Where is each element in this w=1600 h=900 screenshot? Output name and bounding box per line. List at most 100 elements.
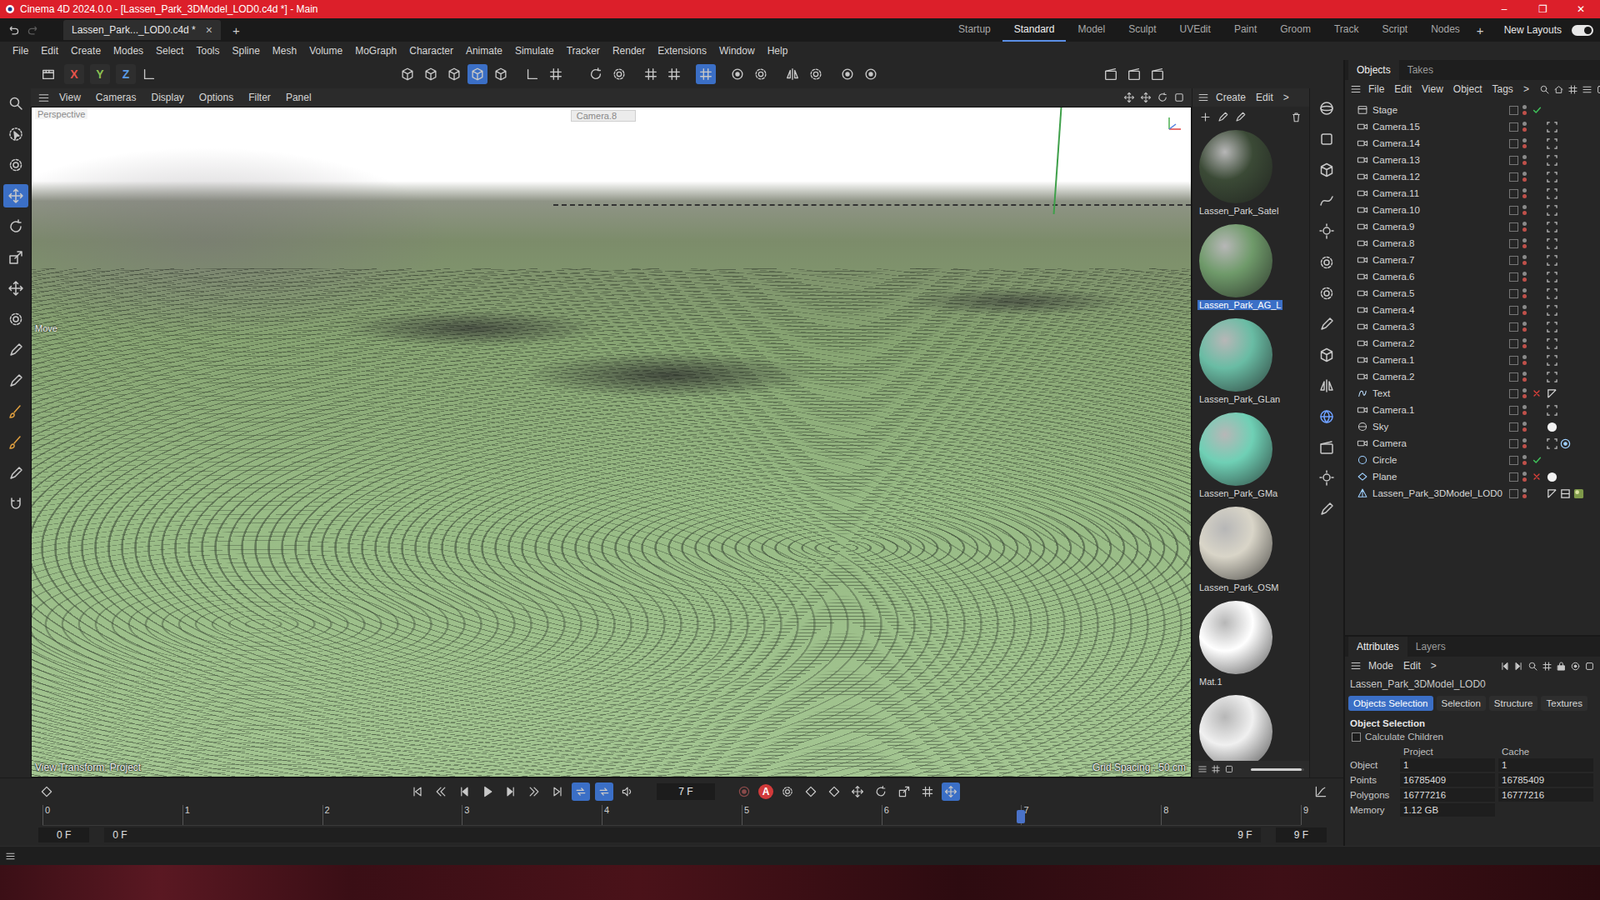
- protection-tag-icon[interactable]: [1546, 288, 1558, 300]
- stage-icon[interactable]: [1356, 104, 1369, 116]
- render-visibility-dot[interactable]: [1522, 110, 1527, 115]
- tool-button[interactable]: [3, 245, 29, 270]
- render-visibility-dot[interactable]: [1522, 244, 1527, 249]
- layer-box[interactable]: [1509, 339, 1519, 349]
- circle-icon[interactable]: [1356, 454, 1369, 466]
- dot-icon[interactable]: [1570, 660, 1581, 672]
- checkbox[interactable]: [1351, 732, 1361, 742]
- attribute-menu-item[interactable]: Edit: [1400, 660, 1425, 672]
- move-icon[interactable]: [1123, 91, 1135, 104]
- window-control-button[interactable]: –: [1485, 0, 1524, 19]
- search-icon[interactable]: [1539, 84, 1550, 95]
- protection-tag-icon[interactable]: [1546, 438, 1558, 450]
- transport-button[interactable]: [571, 782, 590, 801]
- render-visibility-dot[interactable]: [1522, 477, 1527, 482]
- transport-button[interactable]: [735, 782, 754, 801]
- tool-button[interactable]: [3, 307, 29, 331]
- film-icon[interactable]: [40, 66, 56, 82]
- palette-button[interactable]: [1314, 466, 1340, 490]
- gear-icon[interactable]: [1318, 254, 1335, 271]
- editor-visibility-dot[interactable]: [1522, 338, 1527, 343]
- transport-button[interactable]: [918, 782, 937, 801]
- move-icon[interactable]: [7, 280, 25, 297]
- transport-button[interactable]: [455, 782, 474, 801]
- cross-icon[interactable]: [1531, 388, 1542, 399]
- magnet-icon[interactable]: [7, 495, 25, 513]
- tool-button[interactable]: [3, 492, 29, 516]
- tool-button[interactable]: [3, 91, 29, 115]
- layer-box[interactable]: [1509, 139, 1519, 149]
- current-frame-field[interactable]: 7 F: [656, 783, 715, 800]
- object-row[interactable]: Lassen_Park_3DModel_LOD0: [1345, 485, 1600, 502]
- layer-box[interactable]: [1509, 322, 1519, 332]
- toolbar-button[interactable]: [397, 64, 418, 85]
- protection-tag-icon[interactable]: [1546, 321, 1558, 333]
- phong-tag-icon[interactable]: [1546, 488, 1558, 500]
- layout-tab[interactable]: Paint: [1222, 18, 1269, 42]
- editor-visibility-dot[interactable]: [1522, 488, 1527, 493]
- move-icon[interactable]: [1140, 91, 1152, 104]
- cross-icon[interactable]: [1531, 471, 1542, 482]
- visibility-dots[interactable]: [1522, 155, 1527, 165]
- transport-button[interactable]: [618, 782, 637, 801]
- layer-box[interactable]: [1509, 105, 1519, 115]
- render-visibility-dot[interactable]: [1522, 127, 1527, 132]
- render-visibility-dot[interactable]: [1522, 327, 1527, 332]
- protection-tag-icon[interactable]: [1546, 305, 1558, 316]
- grid-icon[interactable]: [643, 66, 659, 82]
- rotate-icon[interactable]: [1156, 91, 1169, 104]
- editor-visibility-dot[interactable]: [1522, 305, 1527, 310]
- cube-icon[interactable]: [400, 66, 415, 82]
- prevkey-icon[interactable]: [434, 785, 448, 799]
- window-control-button[interactable]: ❐: [1523, 0, 1562, 19]
- visibility-dots[interactable]: [1522, 105, 1527, 115]
- object-menu-item[interactable]: File: [1365, 83, 1388, 95]
- editor-visibility-dot[interactable]: [1522, 471, 1527, 476]
- editor-visibility-dot[interactable]: [1522, 271, 1527, 276]
- trash-icon[interactable]: [1290, 110, 1303, 124]
- tool-button[interactable]: [3, 153, 29, 177]
- layout-tab[interactable]: Nodes: [1419, 18, 1472, 42]
- camera-icon[interactable]: [1356, 220, 1369, 233]
- attribute-subtab[interactable]: Textures: [1540, 695, 1587, 711]
- nextkey-icon[interactable]: [527, 785, 541, 799]
- camera-icon[interactable]: [1356, 437, 1369, 450]
- object-row[interactable]: Camera.10: [1345, 201, 1600, 219]
- pen-icon[interactable]: [1318, 500, 1335, 518]
- object-row[interactable]: Camera.2: [1345, 368, 1600, 385]
- first-icon[interactable]: [410, 785, 425, 799]
- gear-icon[interactable]: [808, 66, 824, 82]
- layout-tab[interactable]: Standard: [1002, 18, 1067, 42]
- gear-icon[interactable]: [753, 66, 769, 82]
- render-visibility-dot[interactable]: [1522, 294, 1527, 299]
- visibility-dots[interactable]: [1522, 438, 1527, 449]
- layer-box[interactable]: [1509, 205, 1519, 215]
- camera-icon[interactable]: [1356, 337, 1369, 350]
- camera-icon[interactable]: [1356, 237, 1369, 250]
- object-row[interactable]: Plane: [1345, 468, 1600, 485]
- attribute-subtab[interactable]: Structure: [1489, 695, 1539, 711]
- visibility-dots[interactable]: [1522, 455, 1527, 465]
- mesh-icon[interactable]: [1356, 487, 1369, 500]
- grid-icon[interactable]: [920, 785, 935, 799]
- active-camera-box[interactable]: Camera.8: [570, 110, 636, 122]
- phong-tag-icon[interactable]: [1546, 388, 1558, 400]
- mirror-icon[interactable]: [785, 66, 800, 82]
- transport-button[interactable]: [525, 782, 544, 801]
- visibility-dots[interactable]: [1522, 271, 1527, 282]
- redo-icon[interactable]: [26, 23, 40, 37]
- render-visibility-dot[interactable]: [1522, 277, 1527, 282]
- palette-button[interactable]: [1314, 250, 1340, 275]
- loop-icon[interactable]: [574, 785, 588, 799]
- toolbar-button[interactable]: [585, 64, 606, 85]
- cube-icon[interactable]: [493, 66, 509, 82]
- menu-item[interactable]: Mesh: [266, 45, 303, 57]
- toolbar-button[interactable]: [837, 64, 858, 85]
- palette-button[interactable]: [1314, 281, 1340, 305]
- render-visibility-dot[interactable]: [1522, 177, 1527, 182]
- palette-button[interactable]: [1314, 189, 1340, 213]
- material-item[interactable]: Lassen_Park_AG_L: [1195, 222, 1306, 312]
- camera-icon[interactable]: [1356, 204, 1369, 216]
- dot-icon[interactable]: [730, 66, 745, 82]
- grid-icon[interactable]: [698, 66, 714, 82]
